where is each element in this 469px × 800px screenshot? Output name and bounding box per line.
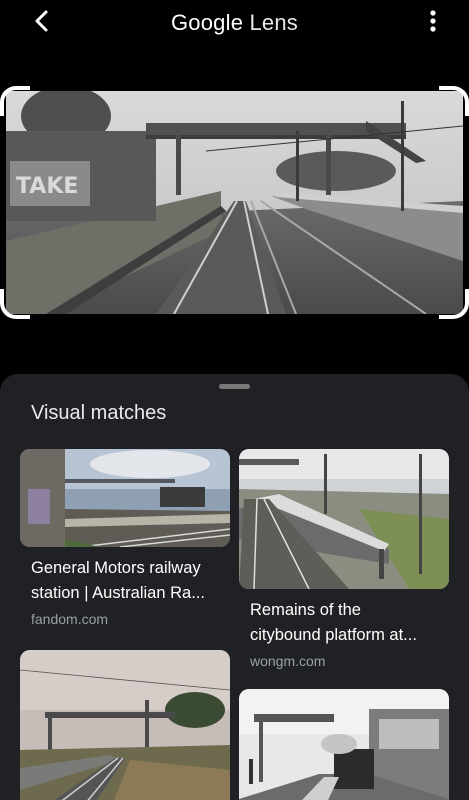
more-options-button[interactable] [423,6,443,36]
match-title: Remains of the citybound platform at... [250,601,417,644]
svg-text:TAKE: TAKE [16,174,78,199]
crop-handle-bottom-right[interactable] [439,289,469,319]
match-thumbnail [239,689,449,800]
results-sheet: Visual matches General Motors railway st… [0,374,469,800]
visual-matches-heading: Visual matches [31,402,167,424]
match-thumbnail [20,650,230,800]
visual-match-card[interactable]: Remains of the citybound platform at... … [239,449,449,669]
more-vert-icon [430,10,436,32]
top-bar: Google Lens [0,0,469,46]
crop-handle-bottom-left[interactable] [0,289,30,319]
match-title: General Motors railway station | Austral… [31,559,205,602]
app-title-lens: Lens [249,10,298,35]
match-thumbnail [239,449,449,589]
match-source: fandom.com [31,611,109,627]
match-source: wongm.com [250,653,326,669]
sheet-drag-handle[interactable] [219,384,250,389]
app-title: Google Lens [0,10,469,36]
crop-handle-top-right[interactable] [439,86,469,116]
search-image[interactable]: TAKE [6,91,463,314]
app-title-google: Google [171,10,244,35]
match-thumbnail [20,449,230,547]
visual-match-card[interactable] [239,689,449,800]
visual-match-card[interactable]: General Motors railway station | Austral… [20,449,230,627]
railway-photo: TAKE [6,91,463,314]
visual-match-card[interactable] [20,650,230,800]
crop-handle-top-left[interactable] [0,86,30,116]
